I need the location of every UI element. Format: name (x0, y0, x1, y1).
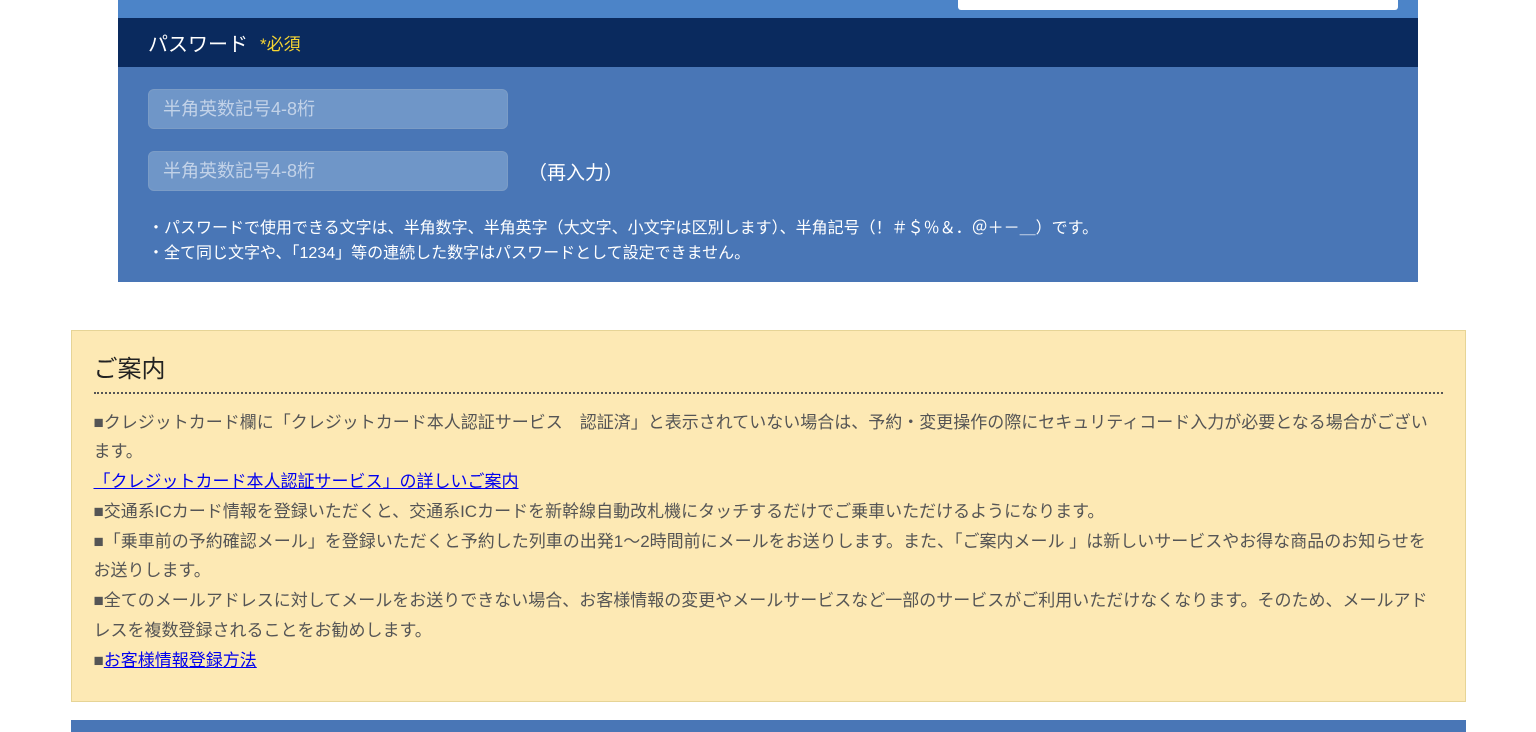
password-row (148, 89, 1388, 129)
reentry-label: （再入力） (528, 158, 623, 185)
info-body: ■クレジットカード欄に「クレジットカード本人認証サービス 認証済」と表示されてい… (94, 408, 1443, 676)
required-indicator: *必須 (260, 30, 301, 55)
info-title: ご案内 (94, 349, 1443, 394)
password-form-area: パスワード *必須 （再入力） ・パスワードで使用できる文字は、半角数字、半角英… (118, 0, 1418, 282)
info-text: ■「乗車前の予約確認メール」を登録いただくと予約した列車の出発1〜2時間前にメー… (94, 527, 1443, 587)
info-text: ■お客様情報登録方法 (94, 646, 1443, 676)
info-text: ■クレジットカード欄に「クレジットカード本人認証サービス 認証済」と表示されてい… (94, 408, 1443, 468)
hint-line: ・パスワードで使用できる文字は、半角数字、半角英字（大文字、小文字は区別します）… (148, 217, 1388, 242)
previous-section-strip (118, 0, 1418, 18)
hint-line: ・全て同じ文字や、「1234」等の連続した数字はパスワードとして設定できません。 (148, 242, 1388, 267)
section-header: パスワード *必須 (118, 18, 1418, 67)
section-title: パスワード (148, 28, 248, 57)
credit-card-auth-link[interactable]: 「クレジットカード本人認証サービス」の詳しいご案内 (94, 472, 519, 491)
info-text: ■交通系ICカード情報を登録いただくと、交通系ICカードを新幹線自動改札機にタッ… (94, 497, 1443, 527)
password-confirm-row: （再入力） (148, 151, 1388, 191)
info-panel: ご案内 ■クレジットカード欄に「クレジットカード本人認証サービス 認証済」と表示… (71, 330, 1466, 703)
info-text: ■全てのメールアドレスに対してメールをお送りできない場合、お客様情報の変更やメー… (94, 586, 1443, 646)
password-input[interactable] (148, 89, 508, 129)
password-hints: ・パスワードで使用できる文字は、半角数字、半角英字（大文字、小文字は区別します）… (118, 213, 1418, 267)
previous-input-remnant (958, 0, 1398, 10)
password-confirm-input[interactable] (148, 151, 508, 191)
footer-strip (71, 720, 1466, 732)
input-block: （再入力） (118, 67, 1418, 213)
